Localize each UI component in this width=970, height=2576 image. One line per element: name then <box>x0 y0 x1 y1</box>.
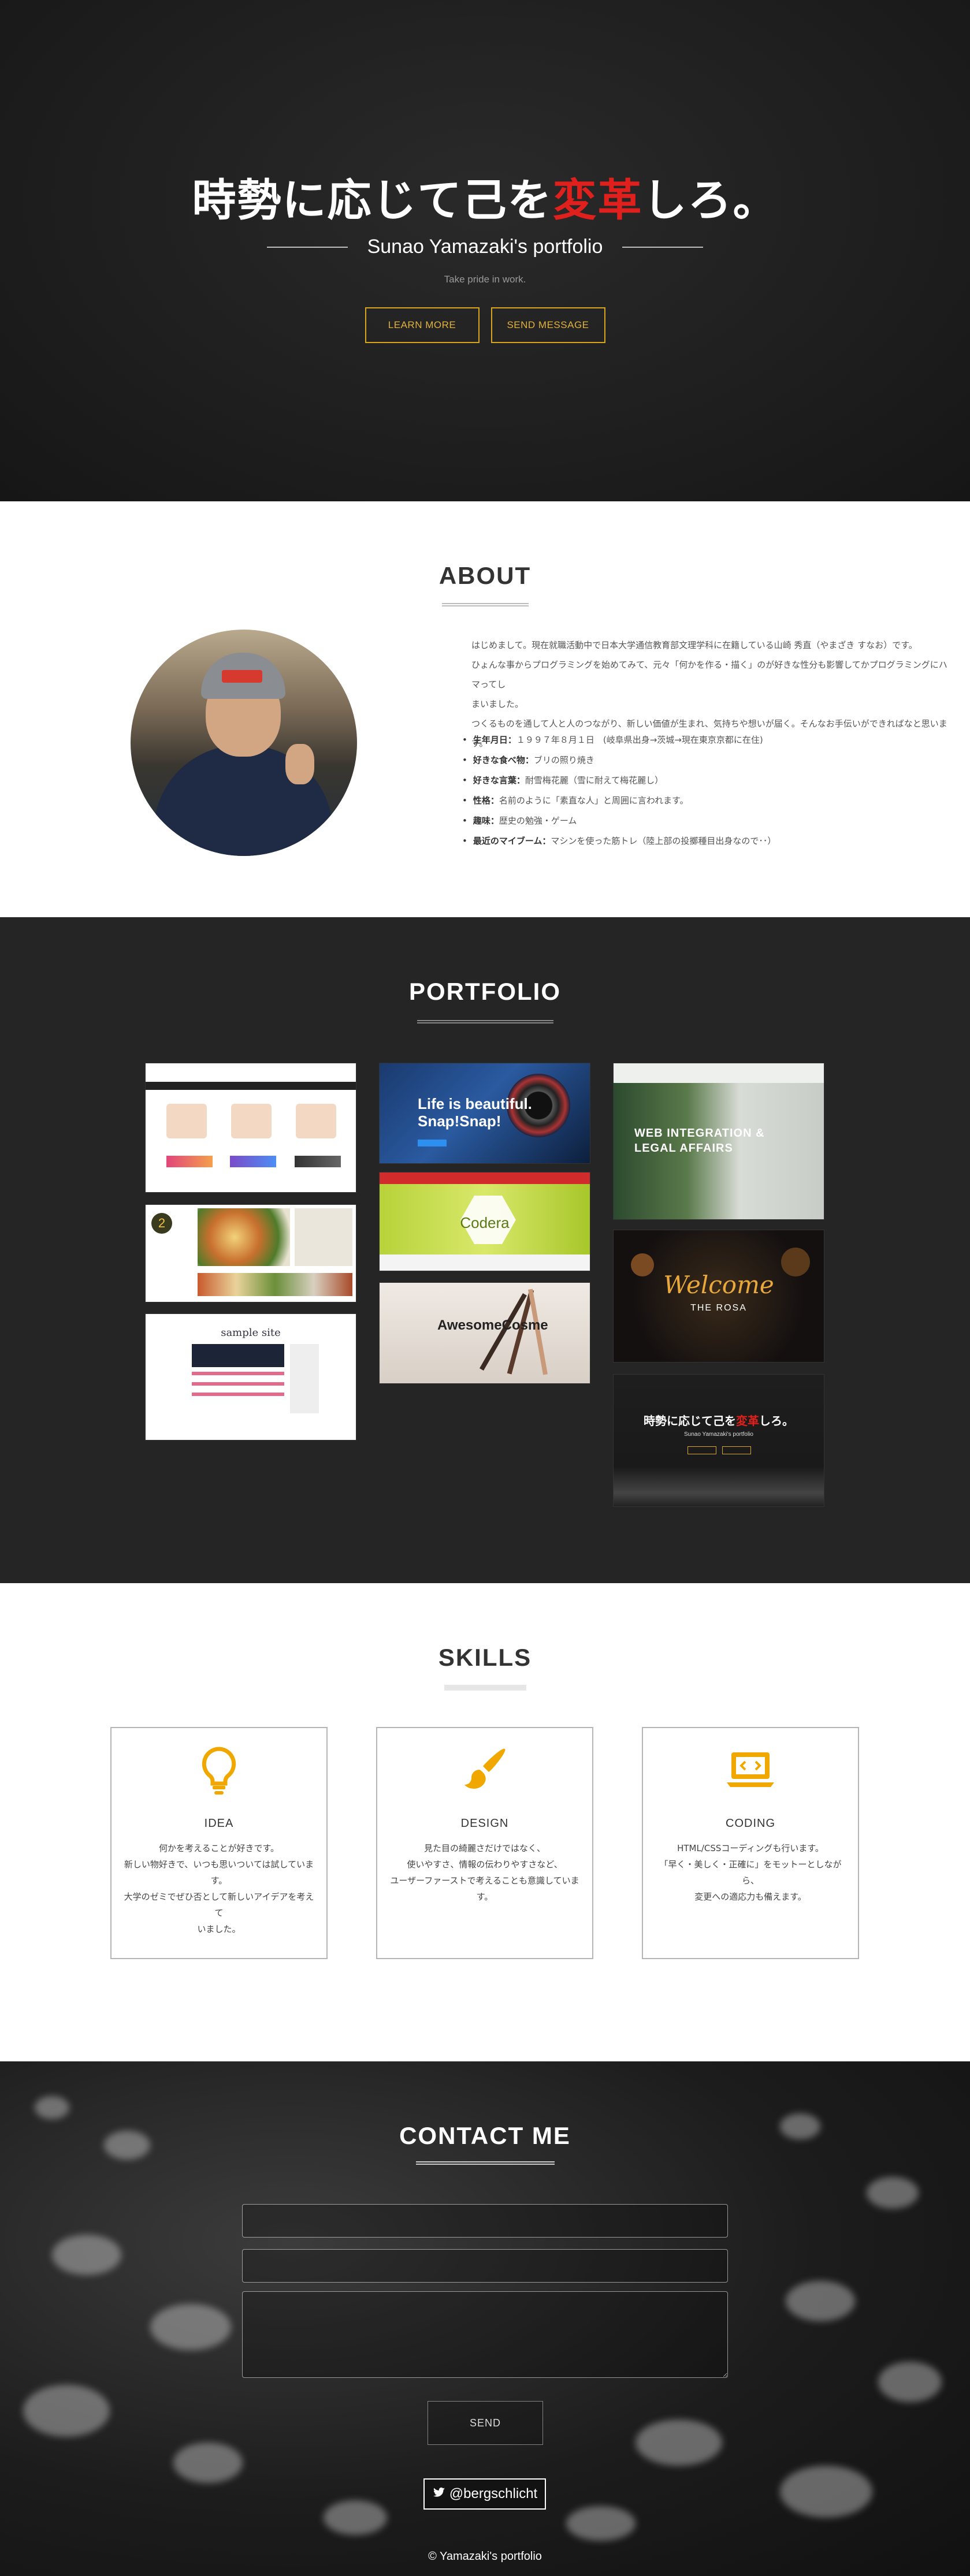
hero-tagline: Take pride in work. <box>444 274 526 285</box>
send-button[interactable]: SEND <box>428 2401 543 2445</box>
list-item: 好きな食べ物：ブリの照り焼き <box>462 750 959 770</box>
email-field[interactable] <box>242 2249 728 2283</box>
portfolio-title: PORTFOLIO <box>409 978 561 1005</box>
paintbrush-icon <box>459 1744 511 1796</box>
lightbulb-icon <box>193 1744 245 1796</box>
about-line: まいました。 <box>471 699 524 709</box>
portfolio-thumb-rosa[interactable]: Welcome THE ROSA <box>613 1230 824 1363</box>
portfolio-thumb-snappers[interactable]: Life is beautiful. Snap!Snap! <box>379 1063 590 1164</box>
hero-divider-right <box>622 246 704 248</box>
portfolio-thumb-portfolio[interactable]: 時勢に応じて己を変革しろ。 Sunao Yamazaki's portfolio <box>613 1374 824 1507</box>
thumb-caption: Life is beautiful. Snap!Snap! <box>418 1095 532 1130</box>
laptop-code-icon <box>724 1744 776 1796</box>
list-item: 生年月日：１９９７年８月１日 (岐阜県出身→茨城→現在東京京都に在住) <box>462 730 959 750</box>
portfolio-thumb-restaurant[interactable]: 2 <box>145 1204 356 1302</box>
twitter-handle: @bergschlicht <box>449 2486 538 2501</box>
skills-section: SKILLS IDEA 何かを考えることが好きです。 新しい物好きで、いつも思い… <box>0 1583 970 2061</box>
twitter-link[interactable]: @bergschlicht <box>423 2478 546 2510</box>
about-line: ひょんな事からプログラミングを始めてみて、元々「何かを作る・描く」のが好きな性分… <box>471 660 947 690</box>
thumb-caption: Codera <box>460 1214 510 1231</box>
about-facts-list: 生年月日：１９９７年８月１日 (岐阜県出身→茨城→現在東京京都に在住) 好きな食… <box>462 730 959 851</box>
portfolio-thumb-codera[interactable]: Codera <box>379 1172 590 1271</box>
list-item: 趣味：歴史の勉強・ゲーム <box>462 811 959 831</box>
thumb-caption: 時勢に応じて己を変革しろ。 <box>644 1414 794 1428</box>
hero-section: 時勢に応じて己を変革しろ。 Sunao Yamazaki's portfolio… <box>0 0 970 501</box>
hero-title: 時勢に応じて己を変革しろ。 <box>192 174 778 226</box>
portfolio-thumb-school[interactable] <box>145 1063 356 1193</box>
contact-title-underline <box>415 2161 555 2165</box>
hero-subtitle-row: Sunao Yamazaki's portfolio <box>0 236 970 258</box>
twitter-icon <box>432 2485 446 2503</box>
skill-card-idea: IDEA 何かを考えることが好きです。 新しい物好きで、いつも思いついては試して… <box>110 1727 328 1959</box>
hero-subtitle: Sunao Yamazaki's portfolio <box>367 236 603 258</box>
thumb-subcaption: Sunao Yamazaki's portfolio <box>684 1431 753 1438</box>
contact-section: CONTACT ME SEND @bergschlicht © Yamazaki… <box>0 2061 970 2576</box>
skills-title: SKILLS <box>438 1644 532 1671</box>
portfolio-thumb-sample-site[interactable]: sample site <box>145 1313 356 1440</box>
portfolio-section: PORTFOLIO 2 sample site Life is beautifu… <box>0 917 970 1583</box>
list-item: 性格：名前のように「素直な人」と周囲に言われます。 <box>462 791 959 811</box>
about-title-underline <box>441 603 529 606</box>
name-field[interactable] <box>242 2204 728 2238</box>
portfolio-thumb-awesomecosme[interactable]: AwesomeCosme <box>379 1282 590 1384</box>
skill-name: IDEA <box>204 1817 234 1830</box>
portfolio-title-underline <box>417 1020 553 1023</box>
list-item: 好きな言葉：耐雪梅花麗（雪に耐えて梅花麗し） <box>462 770 959 791</box>
profile-photo <box>131 630 357 856</box>
thumb-caption: sample site <box>221 1327 281 1339</box>
thumb-caption-script: Welcome <box>663 1271 774 1299</box>
thumb-caption: AwesomeCosme <box>437 1317 548 1333</box>
thumb-caption: WEB INTEGRATION & LEGAL AFFAIRS <box>634 1127 765 1155</box>
skill-card-design: DESIGN 見た目の綺麗さだけではなく、 使いやすさ、情報の伝わりやすさなど、… <box>376 1727 593 1959</box>
portfolio-thumb-legal[interactable]: WEB INTEGRATION & LEGAL AFFAIRS <box>613 1063 824 1220</box>
about-title: ABOUT <box>438 562 532 589</box>
thumb-caption: THE ROSA <box>690 1303 747 1313</box>
message-field[interactable] <box>242 2291 728 2378</box>
copyright: © Yamazaki's portfolio <box>428 2550 542 2563</box>
learn-more-button[interactable]: LEARN MORE <box>365 307 480 343</box>
skill-name: CODING <box>726 1817 775 1830</box>
about-line: はじめまして。現在就職活動中で日本大学通信教育部文理学科に在籍している山崎 秀直… <box>471 640 917 650</box>
skill-name: DESIGN <box>460 1817 509 1830</box>
hero-buttons: LEARN MORE SEND MESSAGE <box>0 307 970 343</box>
skills-title-underline <box>444 1685 526 1691</box>
hero-title-accent: 変革 <box>552 174 643 226</box>
about-section: ABOUT はじめまして。現在就職活動中で日本大学通信教育部文理学科に在籍してい… <box>0 501 970 917</box>
send-message-button[interactable]: SEND MESSAGE <box>490 307 605 343</box>
skill-description: 見た目の綺麗さだけではなく、 使いやすさ、情報の伝わりやすさなど、 ユーザーファ… <box>390 1843 579 1902</box>
skill-card-coding: CODING HTML/CSSコーディングも行います。 「早く・美しく・正確に」… <box>642 1727 859 1959</box>
contact-title: CONTACT ME <box>399 2122 571 2149</box>
list-item: 最近のマイブーム：マシンを使った筋トレ（陸上部の投擲種目出身なので･･） <box>462 831 959 851</box>
hero-divider-left <box>266 246 348 248</box>
skill-description: HTML/CSSコーディングも行います。 「早く・美しく・正確に」をモットーとし… <box>659 1843 842 1902</box>
skill-description: 何かを考えることが好きです。 新しい物好きで、いつも思いついては試していま す。… <box>124 1843 314 1934</box>
